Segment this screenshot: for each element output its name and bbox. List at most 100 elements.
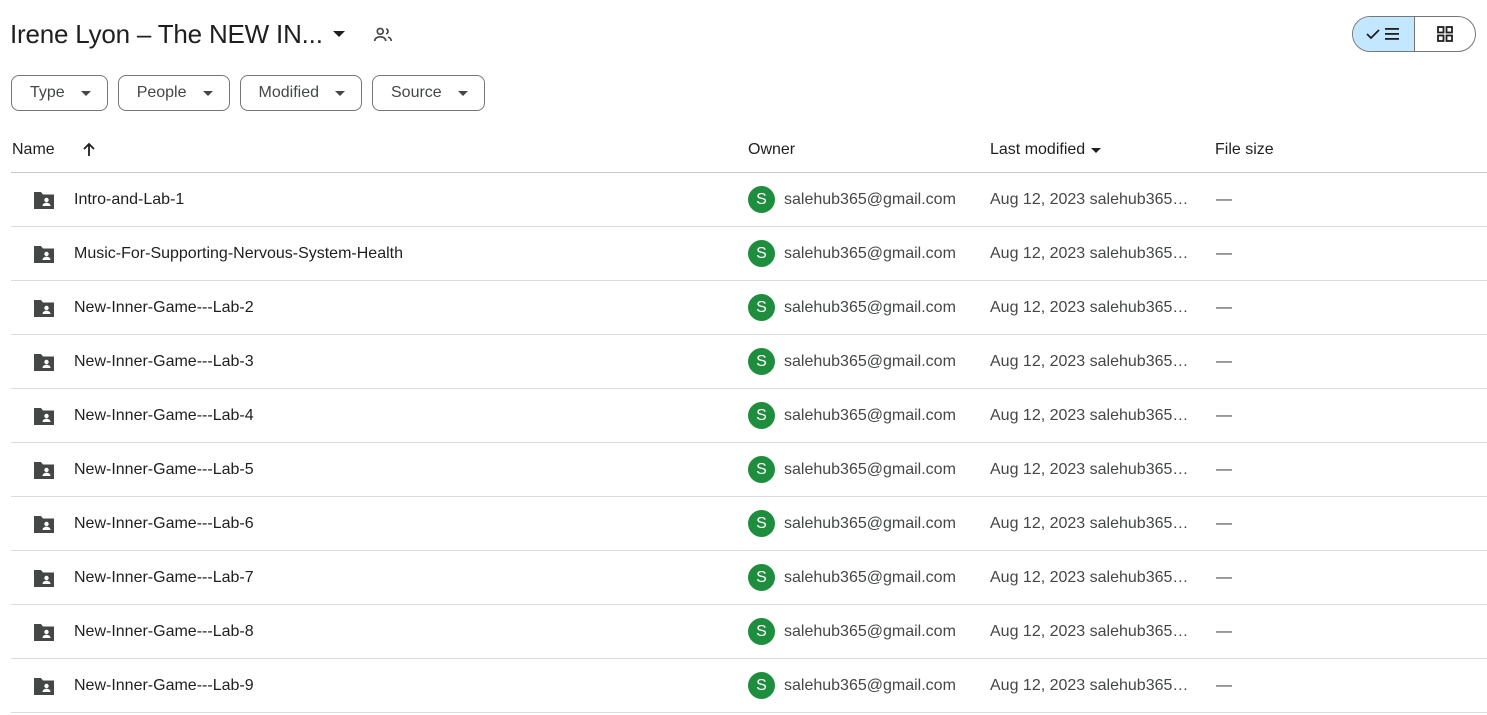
sort-caret-down-icon xyxy=(1091,147,1102,153)
caret-down-icon xyxy=(202,90,213,96)
file-name: New-Inner-Game---Lab-2 xyxy=(74,299,254,316)
shared-folder-icon xyxy=(34,462,54,479)
owner-email: salehub365@gmail.com xyxy=(784,353,956,370)
column-owner-header[interactable]: Owner xyxy=(748,141,795,159)
avatar: S xyxy=(748,672,775,699)
file-size: — xyxy=(1216,515,1232,532)
file-size: — xyxy=(1216,623,1232,640)
file-size: — xyxy=(1216,407,1232,424)
filter-bar: Type People Modified Source xyxy=(11,75,485,111)
filter-modified-label: Modified xyxy=(258,84,319,101)
shared-folder-icon xyxy=(34,570,54,587)
caret-down-icon xyxy=(335,90,345,96)
avatar: S xyxy=(748,510,775,537)
shared-folder-icon xyxy=(34,192,54,209)
owner-email: salehub365@gmail.com xyxy=(784,515,956,532)
column-last-modified-header[interactable]: Last modified xyxy=(990,141,1102,159)
owner-email: salehub365@gmail.com xyxy=(784,299,956,316)
shared-folder-icon xyxy=(34,624,54,641)
filter-source-chip[interactable]: Source xyxy=(372,75,485,111)
filter-people-chip[interactable]: People xyxy=(117,75,230,111)
avatar: S xyxy=(748,618,775,645)
file-name: Intro-and-Lab-1 xyxy=(74,191,185,208)
owner-email: salehub365@gmail.com xyxy=(784,407,956,424)
table-header: Name Owner Last modified File size xyxy=(11,126,1487,173)
filter-source-label: Source xyxy=(391,84,442,101)
table-row[interactable]: New-Inner-Game---Lab-5 Ssalehub365@gmail.… xyxy=(11,443,1487,497)
table-row[interactable]: Intro-and-Lab-1 Ssalehub365@gmail.com Aug … xyxy=(11,173,1487,227)
avatar: S xyxy=(748,186,775,213)
file-name: New-Inner-Game---Lab-5 xyxy=(74,461,254,478)
table-row[interactable]: New-Inner-Game---Lab-3 Ssalehub365@gmail.… xyxy=(11,335,1487,389)
owner-email: salehub365@gmail.com xyxy=(784,461,956,478)
file-table: Name Owner Last modified File size Intro… xyxy=(11,126,1487,713)
page-header: Irene Lyon – The NEW IN... xyxy=(0,0,1487,70)
column-name-header[interactable]: Name xyxy=(12,141,55,159)
file-name: New-Inner-Game---Lab-4 xyxy=(74,407,254,424)
filter-type-label: Type xyxy=(30,84,65,101)
shared-folder-icon xyxy=(34,678,54,695)
file-name: New-Inner-Game---Lab-8 xyxy=(74,623,254,640)
file-size: — xyxy=(1216,569,1232,586)
avatar: S xyxy=(748,564,775,591)
file-size: — xyxy=(1216,299,1232,316)
file-name: New-Inner-Game---Lab-7 xyxy=(74,569,254,586)
avatar: S xyxy=(748,402,775,429)
file-size: — xyxy=(1216,677,1232,694)
filter-type-chip[interactable]: Type xyxy=(11,75,108,111)
owner-email: salehub365@gmail.com xyxy=(784,569,956,586)
shared-folder-icon xyxy=(34,246,54,263)
column-last-modified-label: Last modified xyxy=(990,141,1086,158)
file-name: New-Inner-Game---Lab-6 xyxy=(74,515,254,532)
avatar: S xyxy=(748,294,775,321)
owner-email: salehub365@gmail.com xyxy=(784,191,956,208)
last-modified: Aug 12, 2023 salehub365@... xyxy=(990,299,1196,316)
shared-folder-icon xyxy=(34,408,54,425)
file-name: Music-For-Supporting-Nervous-System-Heal… xyxy=(74,245,403,262)
shared-people-icon[interactable] xyxy=(372,24,394,46)
avatar: S xyxy=(748,240,775,267)
table-row[interactable]: New-Inner-Game---Lab-8 Ssalehub365@gmail.… xyxy=(11,605,1487,659)
file-name: New-Inner-Game---Lab-3 xyxy=(74,353,254,370)
owner-email: salehub365@gmail.com xyxy=(784,623,956,640)
last-modified: Aug 12, 2023 salehub365@... xyxy=(990,245,1196,262)
caret-down-icon xyxy=(80,90,91,96)
last-modified: Aug 12, 2023 salehub365@... xyxy=(990,353,1196,370)
file-name: New-Inner-Game---Lab-9 xyxy=(74,677,254,694)
table-row[interactable]: New-Inner-Game---Lab-7 Ssalehub365@gmail.… xyxy=(11,551,1487,605)
file-size: — xyxy=(1216,461,1232,478)
owner-email: salehub365@gmail.com xyxy=(784,245,956,262)
last-modified: Aug 12, 2023 salehub365@... xyxy=(990,191,1196,208)
last-modified: Aug 12, 2023 salehub365@... xyxy=(990,623,1196,640)
avatar: S xyxy=(748,456,775,483)
table-body: Intro-and-Lab-1 Ssalehub365@gmail.com Aug … xyxy=(11,173,1487,713)
table-row[interactable]: New-Inner-Game---Lab-4 Ssalehub365@gmail.… xyxy=(11,389,1487,443)
filter-modified-chip[interactable]: Modified xyxy=(239,75,362,111)
page-title: Irene Lyon – The NEW IN... xyxy=(10,18,323,49)
grid-view-icon xyxy=(1436,26,1453,42)
column-file-size-header[interactable]: File size xyxy=(1215,141,1274,159)
table-row[interactable]: New-Inner-Game---Lab-6 Ssalehub365@gmail.… xyxy=(11,497,1487,551)
table-row[interactable]: New-Inner-Game---Lab-2 Ssalehub365@gmail.… xyxy=(11,281,1487,335)
arrow-up-icon[interactable] xyxy=(80,141,98,159)
last-modified: Aug 12, 2023 salehub365@... xyxy=(990,461,1196,478)
table-row[interactable]: Music-For-Supporting-Nervous-System-Heal… xyxy=(11,227,1487,281)
last-modified: Aug 12, 2023 salehub365@... xyxy=(990,515,1196,532)
last-modified: Aug 12, 2023 salehub365@... xyxy=(990,569,1196,586)
list-view-check-icon xyxy=(1366,28,1400,40)
file-size: — xyxy=(1216,353,1232,370)
last-modified: Aug 12, 2023 salehub365@... xyxy=(990,407,1196,424)
file-size: — xyxy=(1216,245,1232,262)
shared-folder-icon xyxy=(34,516,54,533)
caret-down-icon xyxy=(457,90,468,96)
table-row[interactable]: New-Inner-Game---Lab-9 Ssalehub365@gmail.… xyxy=(11,659,1487,713)
list-view-button[interactable] xyxy=(1353,17,1415,51)
file-size: — xyxy=(1216,191,1232,208)
caret-down-icon xyxy=(332,31,345,37)
avatar: S xyxy=(748,348,775,375)
view-toggle xyxy=(1352,16,1476,52)
owner-email: salehub365@gmail.com xyxy=(784,677,956,694)
shared-folder-icon xyxy=(34,354,54,371)
grid-view-button[interactable] xyxy=(1415,17,1476,51)
folder-title-dropdown[interactable]: Irene Lyon – The NEW IN... xyxy=(10,14,345,54)
